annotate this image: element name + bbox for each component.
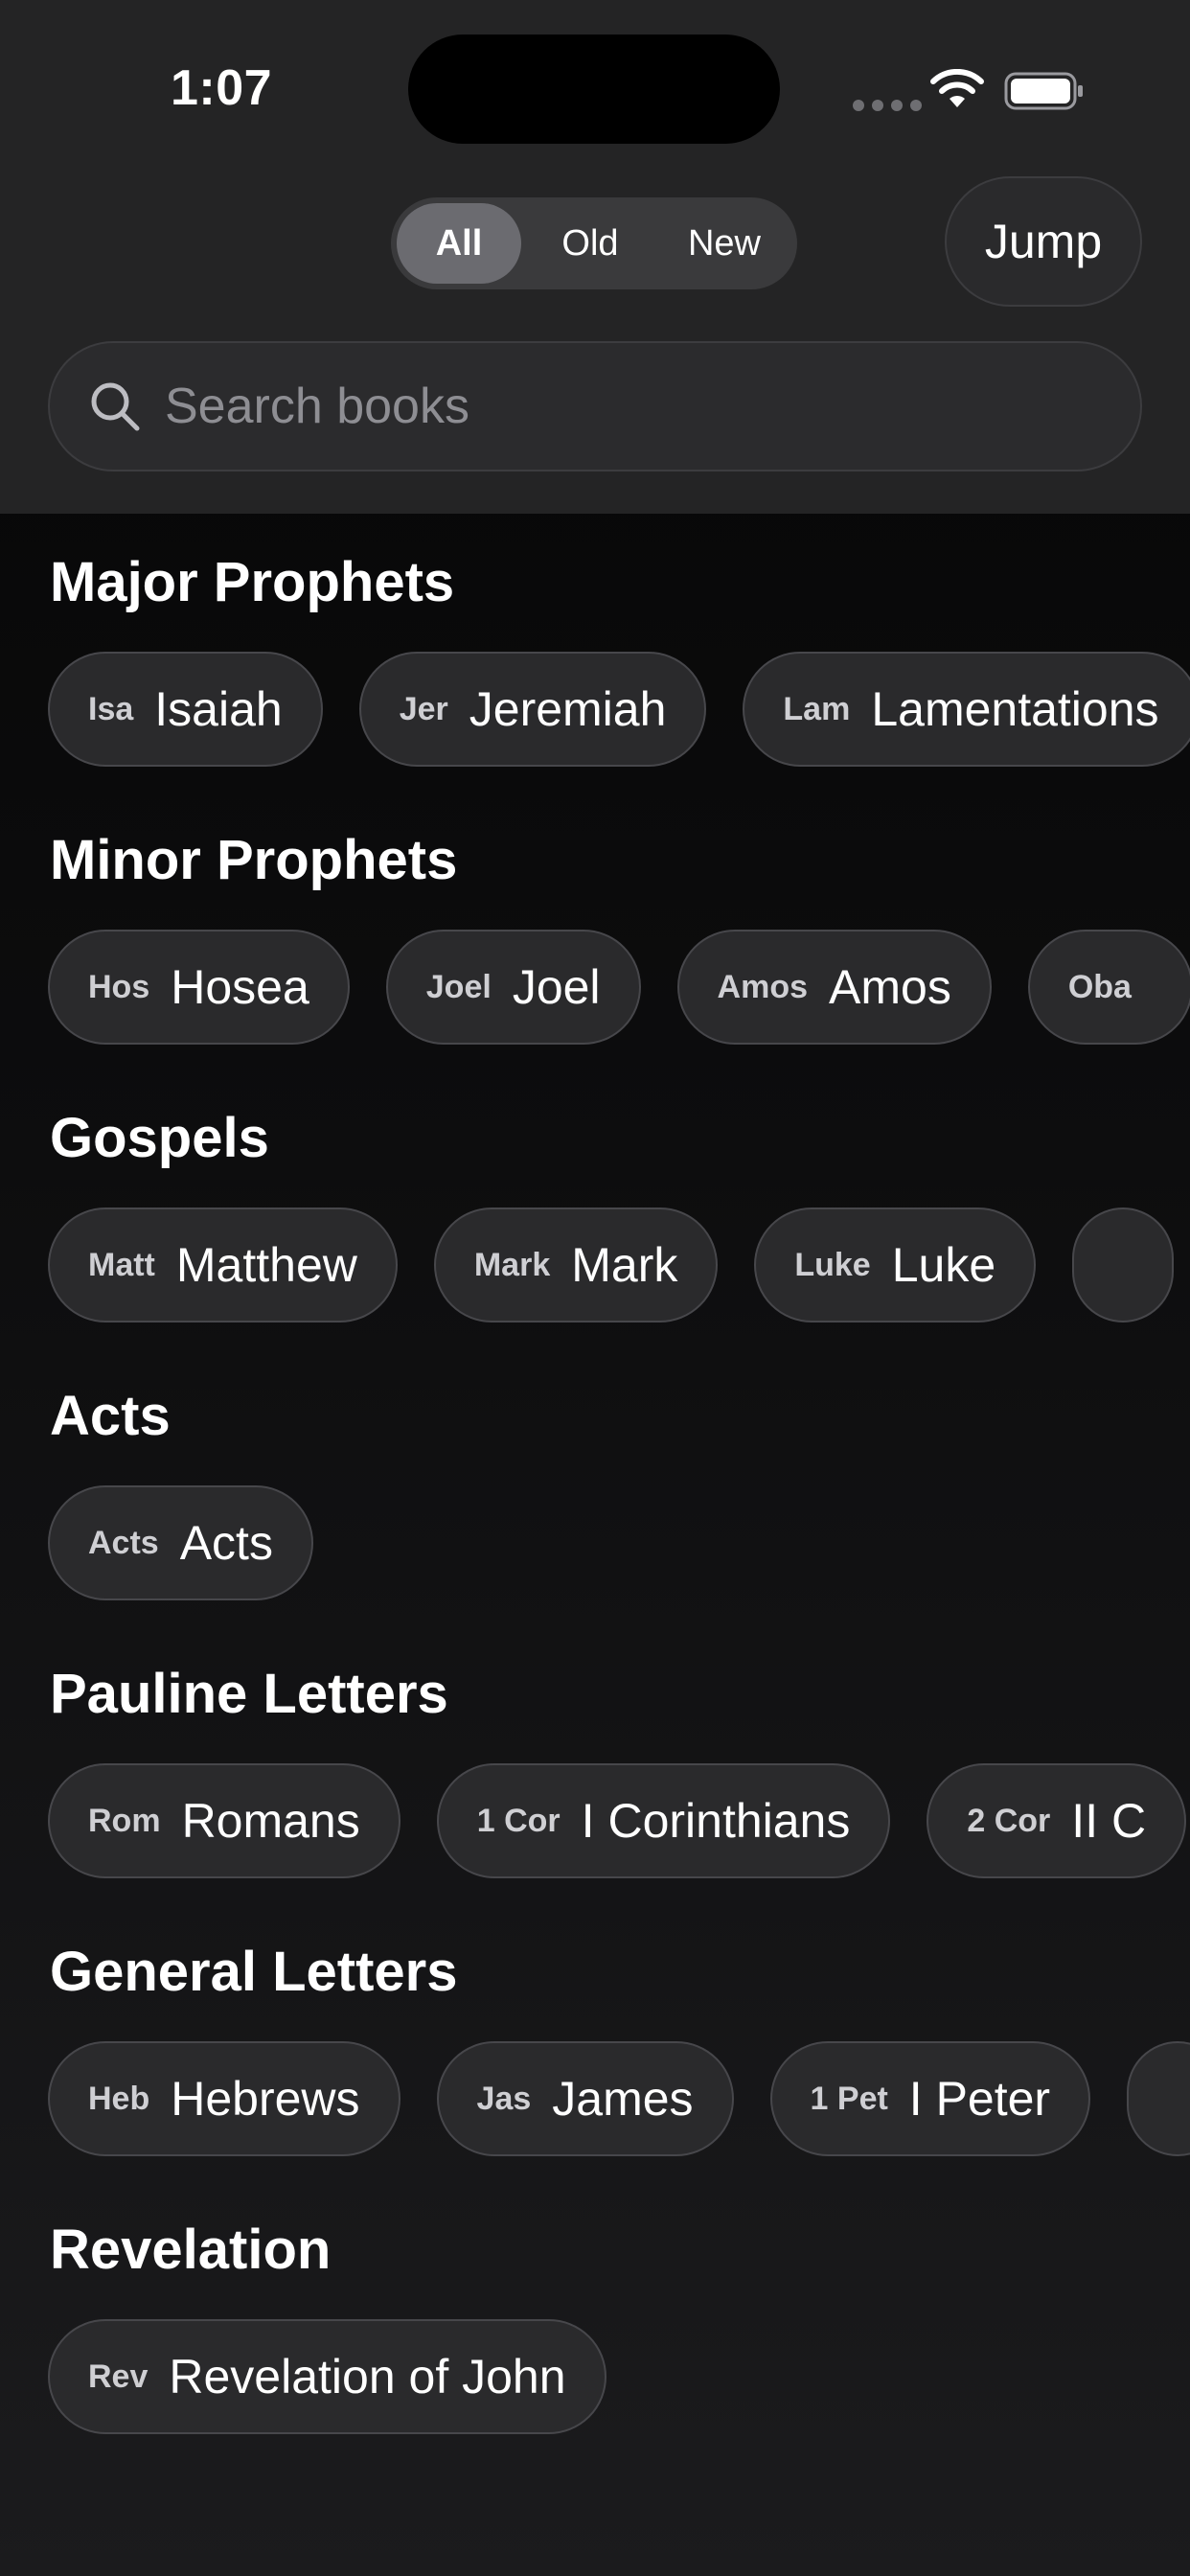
book-chip-jeremiah[interactable]: Jer Jeremiah (358, 652, 707, 767)
book-abbr: 2 Cor (967, 1802, 1051, 1839)
section-title: Minor Prophets (50, 829, 458, 891)
book-abbr: Matt (88, 1246, 155, 1283)
book-chip-row: Isa Isaiah Jer Jeremiah Lam Lamentations (48, 652, 1190, 767)
book-abbr: 1 Pet (810, 2080, 888, 2117)
book-name: Joel (512, 960, 601, 1014)
section-major-prophets: Major Prophets Isa Isaiah Jer Jeremiah L… (0, 514, 1190, 792)
book-chip-obadiah[interactable]: Oba (1027, 930, 1190, 1045)
book-abbr: Heb (88, 2080, 150, 2117)
book-chip-mark[interactable]: Mark Mark (433, 1208, 719, 1322)
search-input[interactable] (165, 343, 1104, 470)
wifi-icon (930, 69, 984, 107)
section-title: Major Prophets (50, 551, 455, 613)
book-name: Jeremiah (469, 682, 667, 736)
jump-button[interactable]: Jump (945, 176, 1142, 307)
filter-all-tab[interactable]: All (397, 203, 521, 284)
book-name: Hosea (171, 960, 309, 1014)
testament-filter: All Old New (391, 197, 797, 289)
book-abbr: Amos (717, 968, 809, 1005)
book-chip-row: Rev Revelation of John (48, 2319, 606, 2434)
book-chip-acts[interactable]: Acts Acts (48, 1485, 313, 1600)
book-chip-1-corinthians[interactable]: 1 Cor I Corinthians (436, 1763, 891, 1878)
book-chip-amos[interactable]: Amos Amos (676, 930, 992, 1045)
book-chip-isaiah[interactable]: Isa Isaiah (48, 652, 323, 767)
book-name: Acts (179, 1516, 273, 1570)
book-abbr: Mark (473, 1246, 551, 1283)
book-name: Amos (829, 960, 951, 1014)
book-name: Romans (181, 1794, 360, 1848)
book-name: I Peter (908, 2072, 1051, 2126)
book-chip-2-peter[interactable] (1127, 2041, 1190, 2156)
book-abbr: Rom (88, 1802, 161, 1839)
book-chip-1-peter[interactable]: 1 Pet I Peter (769, 2041, 1091, 2156)
book-abbr: 1 Cor (476, 1802, 561, 1839)
book-abbr: Acts (88, 1524, 159, 1561)
book-chip-row: Matt Matthew Mark Mark Luke Luke (48, 1208, 1175, 1322)
book-name: Matthew (175, 1238, 357, 1292)
cellular-signal-icon (853, 100, 922, 111)
book-picker-screen: 1:07 All Old New Jump Search books Major… (0, 0, 1190, 2576)
book-chip-hebrews[interactable]: Heb Hebrews (48, 2041, 400, 2156)
filter-new-tab[interactable]: New (659, 203, 790, 284)
book-chip-matthew[interactable]: Matt Matthew (48, 1208, 398, 1322)
section-acts: Acts Acts Acts (0, 1347, 1190, 1625)
section-revelation: Revelation Rev Revelation of John (0, 2181, 1190, 2459)
book-chip-joel[interactable]: Joel Joel (385, 930, 641, 1045)
section-pauline-letters: Pauline Letters Rom Romans 1 Cor I Corin… (0, 1625, 1190, 1903)
section-title: Revelation (50, 2219, 332, 2281)
search-bar (48, 341, 1142, 472)
status-time: 1:07 (171, 60, 273, 116)
dynamic-island (408, 34, 780, 144)
book-name: Revelation of John (169, 2350, 566, 2404)
book-abbr: Jer (399, 690, 448, 727)
book-name: Lamentations (871, 682, 1159, 736)
book-chip-luke[interactable]: Luke Luke (754, 1208, 1037, 1322)
section-gospels: Gospels Matt Matthew Mark Mark Luke Luke (0, 1070, 1190, 1347)
book-abbr: Joel (425, 968, 492, 1005)
book-chip-lamentations[interactable]: Lam Lamentations (743, 652, 1190, 767)
header: 1:07 All Old New Jump (0, 0, 1190, 514)
book-abbr: Jas (476, 2080, 532, 2117)
section-minor-prophets: Minor Prophets Hos Hosea Joel Joel Amos … (0, 792, 1190, 1070)
book-abbr: Luke (794, 1246, 871, 1283)
section-title: Acts (50, 1385, 171, 1447)
book-chip-romans[interactable]: Rom Romans (48, 1763, 400, 1878)
book-abbr: Isa (88, 690, 134, 727)
book-name: Hebrews (171, 2072, 360, 2126)
battery-icon (1004, 72, 1083, 110)
book-abbr: Oba (1067, 968, 1132, 1005)
book-name: Luke (891, 1238, 996, 1292)
book-chip-row: Heb Hebrews Jas James 1 Pet I Peter (48, 2041, 1190, 2156)
filter-old-tab[interactable]: Old (529, 203, 652, 284)
book-name: I Corinthians (581, 1794, 851, 1848)
book-chip-row: Rom Romans 1 Cor I Corinthians 2 Cor II … (48, 1763, 1187, 1878)
book-name: Isaiah (154, 682, 283, 736)
book-chip-row: Hos Hosea Joel Joel Amos Amos Oba (48, 930, 1190, 1045)
search-icon (91, 382, 140, 431)
section-title: Gospels (50, 1107, 269, 1169)
book-abbr: Lam (783, 690, 851, 727)
book-chip-2-corinthians[interactable]: 2 Cor II C (927, 1763, 1187, 1878)
book-chip-revelation[interactable]: Rev Revelation of John (48, 2319, 606, 2434)
section-general-letters: General Letters Heb Hebrews Jas James 1 … (0, 1903, 1190, 2181)
section-title: General Letters (50, 1941, 458, 2003)
book-name: Mark (571, 1238, 678, 1292)
book-chip-james[interactable]: Jas James (436, 2041, 734, 2156)
book-abbr: Rev (88, 2358, 149, 2395)
book-abbr: Hos (88, 968, 150, 1005)
book-name: II C (1071, 1794, 1147, 1848)
book-name: James (552, 2072, 694, 2126)
book-chip-john[interactable] (1072, 1208, 1175, 1322)
book-chip-row: Acts Acts (48, 1485, 313, 1600)
book-chip-hosea[interactable]: Hos Hosea (48, 930, 350, 1045)
section-title: Pauline Letters (50, 1663, 448, 1725)
